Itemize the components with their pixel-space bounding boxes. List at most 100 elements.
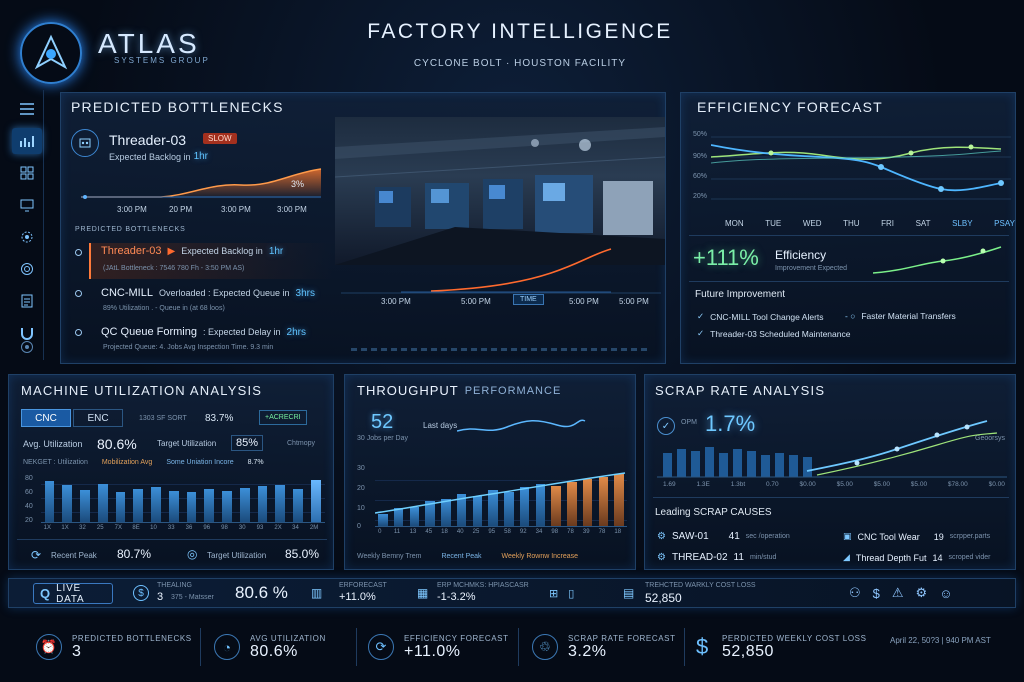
scrap-cause-2[interactable]: ⚙ THREAD-02 11 min/stud bbox=[657, 552, 776, 563]
people-icon[interactable]: ⚇ bbox=[849, 585, 861, 601]
bottleneck-item-1-radio-icon[interactable] bbox=[75, 249, 82, 256]
utilization-bar[interactable] bbox=[133, 488, 144, 522]
utilization-bar[interactable] bbox=[168, 491, 179, 522]
timeline-chart bbox=[341, 248, 661, 294]
bottleneck-item-2-radio-icon[interactable] bbox=[75, 290, 82, 297]
mouse-icon[interactable]: ▯ bbox=[568, 587, 574, 600]
utilization-bar[interactable] bbox=[275, 484, 286, 522]
throughput-x-label: 45 bbox=[425, 529, 433, 535]
scrap-cause-2-name: THREAD-02 bbox=[671, 552, 728, 563]
util-tab-badge[interactable]: +ACRECRI bbox=[259, 410, 307, 425]
utilization-bar[interactable] bbox=[310, 480, 321, 522]
utilization-x-label: 98 bbox=[221, 525, 228, 531]
future-item-3: ✓ Threader-03 Scheduled Maintenance bbox=[697, 328, 850, 339]
sidebar-target-icon[interactable] bbox=[12, 334, 42, 360]
util-legend-1: NEKGET : Utilization bbox=[23, 459, 88, 466]
util-tab-info: 1303 SF SORT bbox=[139, 415, 187, 422]
tool-icon: ▣ bbox=[843, 531, 852, 541]
utilization-bar[interactable] bbox=[62, 485, 73, 522]
timeline-marker[interactable]: TIME bbox=[513, 294, 544, 305]
sidebar-report-icon[interactable] bbox=[12, 288, 42, 314]
bottleneck-item-2-desc: Overloaded : Expected Queue in bbox=[158, 288, 290, 298]
bottlenecks-title: PREDICTED BOTTLENECKS bbox=[71, 99, 284, 115]
dollar-action-icon[interactable]: $ bbox=[873, 586, 880, 601]
utilization-bar[interactable] bbox=[115, 492, 126, 522]
efficiency-sparkline bbox=[873, 246, 1002, 274]
ticker-5-label: TREHCTED WARKLY COST LOSS bbox=[645, 582, 756, 589]
tab-enc[interactable]: ENC bbox=[73, 409, 123, 427]
eff-day-5: FRI bbox=[881, 219, 894, 228]
utilization-x-label: 2X bbox=[274, 525, 282, 531]
gear-action-icon[interactable]: ⚙ bbox=[916, 585, 928, 601]
dollar-large-icon: $ bbox=[696, 634, 709, 659]
utilization-bar[interactable] bbox=[239, 488, 250, 522]
kpi-1-label: PREDICTED BOTTLENECKS bbox=[72, 633, 192, 643]
throughput-x-label: 78 bbox=[598, 529, 606, 535]
throughput-x-label: 92 bbox=[519, 529, 527, 535]
eff-ytick-3: 60% bbox=[693, 173, 708, 180]
scrap-title: SCRAP RATE ANALYSIS bbox=[655, 383, 826, 398]
target2-label: Target Utilization bbox=[207, 551, 267, 560]
utilization-bar[interactable] bbox=[204, 489, 215, 522]
kpi-bottlenecks[interactable]: ⏰ PREDICTED BOTTLENECKS 3 bbox=[36, 622, 192, 672]
util-ytick-4: 20 bbox=[25, 517, 33, 524]
alert-icon[interactable]: ⚠ bbox=[892, 585, 904, 601]
sidebar-settings-icon[interactable] bbox=[12, 224, 42, 250]
user-icon[interactable]: ☺ bbox=[939, 586, 952, 601]
tab-cnc[interactable]: CNC bbox=[21, 409, 71, 427]
throughput-title-row: THROUGHPUT PERFORMANCE bbox=[357, 383, 561, 398]
scrap-divider bbox=[653, 497, 1009, 498]
sidebar-monitor-icon[interactable] bbox=[12, 192, 42, 218]
eff-ytick-4: 20% bbox=[693, 193, 708, 200]
kpi-2-value: 80.6% bbox=[250, 642, 298, 660]
bottleneck-item-2-row[interactable]: CNC-MILL Overloaded : Expected Queue in … bbox=[101, 287, 315, 299]
utilization-bar[interactable] bbox=[222, 490, 232, 522]
utilization-bar[interactable] bbox=[257, 486, 268, 522]
utilization-bar[interactable] bbox=[151, 487, 161, 522]
kpi-3-value: +11.0% bbox=[404, 642, 461, 660]
sidebar-grid-icon[interactable] bbox=[12, 160, 42, 186]
utilization-bar[interactable] bbox=[293, 489, 303, 522]
kpi-scrap[interactable]: ♲ SCRAP RATE FORECAST 3.2% bbox=[532, 622, 676, 672]
bottleneck-item-3-radio-icon[interactable] bbox=[75, 329, 82, 336]
efficiency-big-value: +111% bbox=[693, 245, 759, 270]
scrap-cause-3[interactable]: ▣ CNC Tool Wear 19 scrpper.parts bbox=[843, 531, 990, 542]
kpi-4-label: SCRAP RATE FORECAST bbox=[568, 633, 676, 643]
sidebar-gear-icon[interactable] bbox=[12, 256, 42, 282]
utilization-bar[interactable] bbox=[97, 484, 108, 522]
scrap-cause-1[interactable]: ⚙ SAW-01 41 sec /operation bbox=[657, 531, 790, 542]
target-icon: ◎ bbox=[187, 547, 198, 561]
ticker-4-label: ERP MCHMKS: HPIASCASR bbox=[437, 582, 529, 589]
scrap-cause-4[interactable]: ◢ Thread Depth Fut 14 scroped vider bbox=[843, 552, 991, 563]
sync-icon: ⟳ bbox=[368, 634, 394, 660]
utilization-bar[interactable] bbox=[80, 490, 90, 522]
utilization-bar[interactable] bbox=[44, 481, 55, 522]
ticker-action-icons: ⚇ $ ⚠ ⚙ ☺ bbox=[849, 585, 952, 601]
kpi-efficiency[interactable]: ⟳ EFFICIENCY FORECAST +11.0% bbox=[368, 622, 509, 672]
sidebar-menu-icon[interactable] bbox=[12, 96, 42, 122]
bottleneck-item-3-row[interactable]: QC Queue Forming : Expected Delay in 2hr… bbox=[101, 326, 306, 338]
util-right-label: Chtmopy bbox=[287, 440, 316, 447]
kpi-5-value: 52,850 bbox=[722, 642, 774, 660]
recent-peak-value: 80.7% bbox=[117, 547, 152, 561]
recycle-icon: ♲ bbox=[532, 634, 558, 660]
sidebar-analytics-icon[interactable] bbox=[12, 128, 42, 154]
util-ytick-1: 80 bbox=[25, 475, 33, 482]
kpi-utilization[interactable]: ◔ AVG UTILIZATION 80.6% bbox=[214, 622, 326, 672]
kpi-cost[interactable]: $ PERDICTED WEEKLY COST LOSS 52,850 bbox=[696, 622, 867, 672]
utilization-x-labels: 1X 1X 32 25 7X 8E 10 33 36 96 98 30 93 2X 34 2M bbox=[41, 525, 325, 535]
kpi-divider bbox=[200, 628, 201, 666]
throughput-x-label: 13 bbox=[409, 529, 417, 535]
scrap-cause-4-value: 14 bbox=[932, 552, 943, 563]
efficiency-panel: EFFICIENCY FORECAST 50% 90% 60% 20% MON … bbox=[680, 92, 1016, 364]
future-item-1: ✓ CNC-MILL Tool Change Alerts bbox=[697, 311, 824, 322]
kpi-1-value: 3 bbox=[72, 642, 82, 660]
live-data-button[interactable]: Q LIVE DATA bbox=[33, 583, 113, 605]
scrap-x-10: $0.00 bbox=[988, 481, 1005, 488]
filter-icon[interactable]: ⊞ bbox=[549, 587, 558, 600]
utilization-bar[interactable] bbox=[186, 492, 197, 522]
ticker-5-value: 52,850 bbox=[645, 591, 682, 605]
atlas-logo-icon[interactable] bbox=[20, 22, 82, 84]
bottlenecks-panel: PREDICTED BOTTLENECKS Threader-03 SLOW E… bbox=[60, 92, 666, 364]
tp-ytick-4: 0 bbox=[357, 523, 361, 530]
